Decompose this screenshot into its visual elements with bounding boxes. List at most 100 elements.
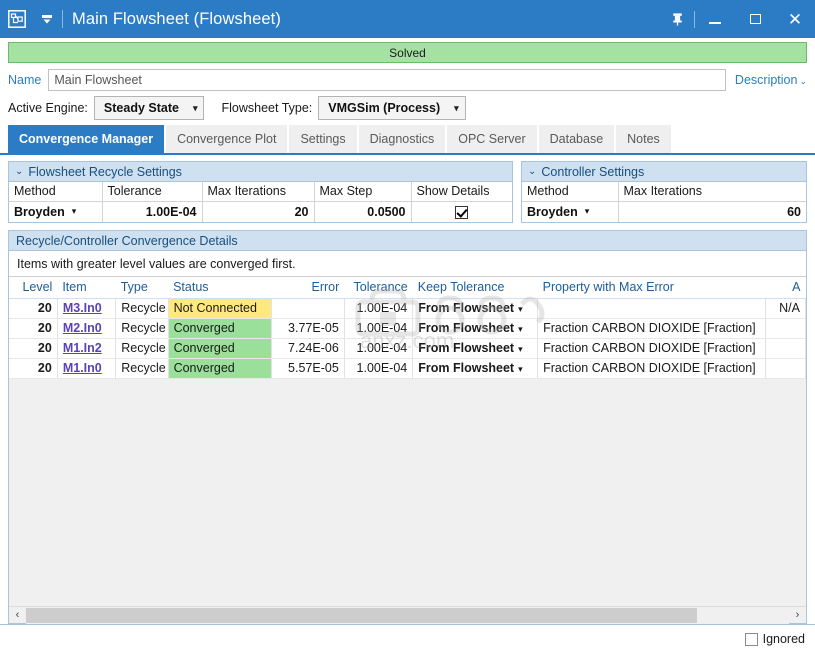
cell-keep-tolerance[interactable]: From Flowsheet ▾ xyxy=(412,298,539,319)
cell-active xyxy=(765,358,807,379)
chevron-down-icon: ▾ xyxy=(518,364,523,374)
table-row[interactable]: 20 M3.In0 Recycle Not Connected 1.00E-04… xyxy=(9,298,807,319)
tab-diagnostics[interactable]: Diagnostics xyxy=(358,125,446,153)
name-row: Name Description⌄ xyxy=(0,67,815,94)
item-link[interactable]: M1.In2 xyxy=(63,341,102,355)
col-status[interactable]: Status xyxy=(168,277,272,299)
col-error[interactable]: Error xyxy=(271,277,345,299)
cell-property: Fraction CARBON DIOXIDE [Fraction] xyxy=(537,338,766,359)
pin-icon[interactable] xyxy=(660,0,694,38)
col-item[interactable]: Item xyxy=(57,277,116,299)
cell-tolerance[interactable]: 1.00E-04 xyxy=(344,318,414,339)
show-details-cell[interactable] xyxy=(411,201,512,222)
col-level[interactable]: Level xyxy=(9,277,58,299)
bottom-bar: Ignored xyxy=(0,624,815,653)
cell-tolerance[interactable]: 1.00E-04 xyxy=(344,298,414,319)
tab-convergence-plot[interactable]: Convergence Plot xyxy=(166,125,288,153)
chevron-down-icon: ▾ xyxy=(518,304,523,314)
tab-settings[interactable]: Settings xyxy=(289,125,357,153)
cell-keep-tolerance[interactable]: From Flowsheet ▾ xyxy=(412,338,539,359)
ignored-checkbox-group[interactable]: Ignored xyxy=(744,632,805,646)
grid-header-row: Level Item Type Status Error Tolerance K… xyxy=(9,277,806,299)
table-row[interactable]: 20 M1.In2 Recycle Converged 7.24E-06 1.0… xyxy=(9,338,807,359)
controller-method-cell[interactable]: Broyden ▾ xyxy=(522,201,619,222)
scrollbar-thumb[interactable] xyxy=(26,607,698,623)
engine-row: Active Engine: Steady State ▾ Flowsheet … xyxy=(0,94,815,125)
horizontal-scrollbar[interactable]: ‹ › xyxy=(9,606,806,624)
keep-tolerance-value: From Flowsheet xyxy=(418,301,515,315)
ignored-label: Ignored xyxy=(762,632,805,646)
col-method: Method xyxy=(522,182,619,202)
cell-item[interactable]: M1.In2 xyxy=(57,338,117,359)
maximize-button[interactable] xyxy=(735,0,775,38)
col-property-with-max-error[interactable]: Property with Max Error xyxy=(537,277,766,299)
cell-active xyxy=(765,338,807,359)
controller-settings-title: Controller Settings xyxy=(541,164,645,179)
cell-active xyxy=(765,318,807,339)
active-engine-select[interactable]: Steady State ▾ xyxy=(93,96,205,120)
convergence-details-title: Recycle/Controller Convergence Details xyxy=(16,233,238,248)
table-row[interactable]: 20 M1.In0 Recycle Converged 5.57E-05 1.0… xyxy=(9,358,807,379)
tab-opc-server[interactable]: OPC Server xyxy=(447,125,537,153)
keep-tolerance-value: From Flowsheet xyxy=(418,321,515,335)
cell-keep-tolerance[interactable]: From Flowsheet ▾ xyxy=(412,358,539,379)
controller-settings-header[interactable]: ⌄ Controller Settings xyxy=(522,162,806,182)
active-engine-value: Steady State xyxy=(103,101,179,115)
close-button[interactable]: ✕ xyxy=(775,0,815,38)
flowsheet-name-input[interactable] xyxy=(48,69,726,91)
cell-item[interactable]: M3.In0 xyxy=(57,298,117,319)
col-tolerance[interactable]: Tolerance xyxy=(344,277,413,299)
table-row: Broyden ▾ 60 xyxy=(522,201,806,222)
col-max-step: Max Step xyxy=(314,182,412,202)
cell-error: 7.24E-06 xyxy=(271,338,345,359)
description-link[interactable]: Description ⌄ xyxy=(726,73,807,87)
cell-status: Not Connected xyxy=(168,298,273,319)
col-type[interactable]: Type xyxy=(115,277,169,299)
col-tolerance: Tolerance xyxy=(102,182,203,202)
controller-max-iterations-cell[interactable]: 60 xyxy=(618,201,806,222)
recycle-max-iterations-cell[interactable]: 20 xyxy=(202,201,315,222)
cell-tolerance[interactable]: 1.00E-04 xyxy=(344,358,414,379)
cell-item[interactable]: M1.In0 xyxy=(57,358,117,379)
cell-tolerance[interactable]: 1.00E-04 xyxy=(344,338,414,359)
tab-notes[interactable]: Notes xyxy=(616,125,671,153)
flowsheet-type-select[interactable]: VMGSim (Process) ▾ xyxy=(318,96,466,120)
recycle-method-cell[interactable]: Broyden ▾ xyxy=(9,201,103,222)
tab-label: Settings xyxy=(300,132,346,146)
cell-level: 20 xyxy=(9,298,58,319)
cell-item[interactable]: M2.In0 xyxy=(57,318,117,339)
recycle-tolerance-cell[interactable]: 1.00E-04 xyxy=(102,201,203,222)
recycle-max-step-cell[interactable]: 0.0500 xyxy=(314,201,412,222)
item-link[interactable]: M2.In0 xyxy=(63,321,102,335)
scroll-left-arrow-icon[interactable]: ‹ xyxy=(9,607,26,624)
item-link[interactable]: M1.In0 xyxy=(63,361,102,375)
show-details-checkbox[interactable] xyxy=(455,205,469,219)
cell-error xyxy=(271,298,345,319)
chevron-down-icon: ▾ xyxy=(454,102,459,113)
cell-keep-tolerance[interactable]: From Flowsheet ▾ xyxy=(412,318,539,339)
recycle-method-value: Broyden xyxy=(14,204,65,219)
controller-settings-panel: ⌄ Controller Settings Method Max Iterati… xyxy=(521,161,807,223)
tab-convergence-manager[interactable]: Convergence Manager xyxy=(8,125,165,153)
window-title: Main Flowsheet (Flowsheet) xyxy=(72,9,281,28)
chevron-down-icon: ▾ xyxy=(584,206,590,217)
chevron-down-icon: ▾ xyxy=(192,102,198,113)
scroll-right-arrow-icon[interactable]: › xyxy=(789,607,806,624)
tab-database[interactable]: Database xyxy=(538,125,615,153)
flowsheet-icon xyxy=(0,0,34,38)
ignored-checkbox[interactable] xyxy=(744,632,758,646)
controller-method-value: Broyden xyxy=(527,204,578,219)
item-link[interactable]: M3.In0 xyxy=(63,301,102,315)
col-active[interactable]: A xyxy=(765,277,806,299)
minimize-button[interactable] xyxy=(695,0,735,38)
cell-type: Recycle xyxy=(115,298,169,319)
recycle-settings-header[interactable]: ⌄ Flowsheet Recycle Settings xyxy=(9,162,512,182)
quick-access-dropdown-icon[interactable] xyxy=(34,0,60,38)
recycle-settings-title: Flowsheet Recycle Settings xyxy=(28,164,182,179)
table-row[interactable]: 20 M2.In0 Recycle Converged 3.77E-05 1.0… xyxy=(9,318,807,339)
active-engine-label: Active Engine: xyxy=(8,101,88,115)
table-header-row: Method Tolerance Max Iterations Max Step… xyxy=(9,182,512,202)
col-keep-tolerance[interactable]: Keep Tolerance xyxy=(412,277,538,299)
cell-status: Converged xyxy=(168,358,273,379)
scrollbar-track[interactable] xyxy=(26,606,789,624)
